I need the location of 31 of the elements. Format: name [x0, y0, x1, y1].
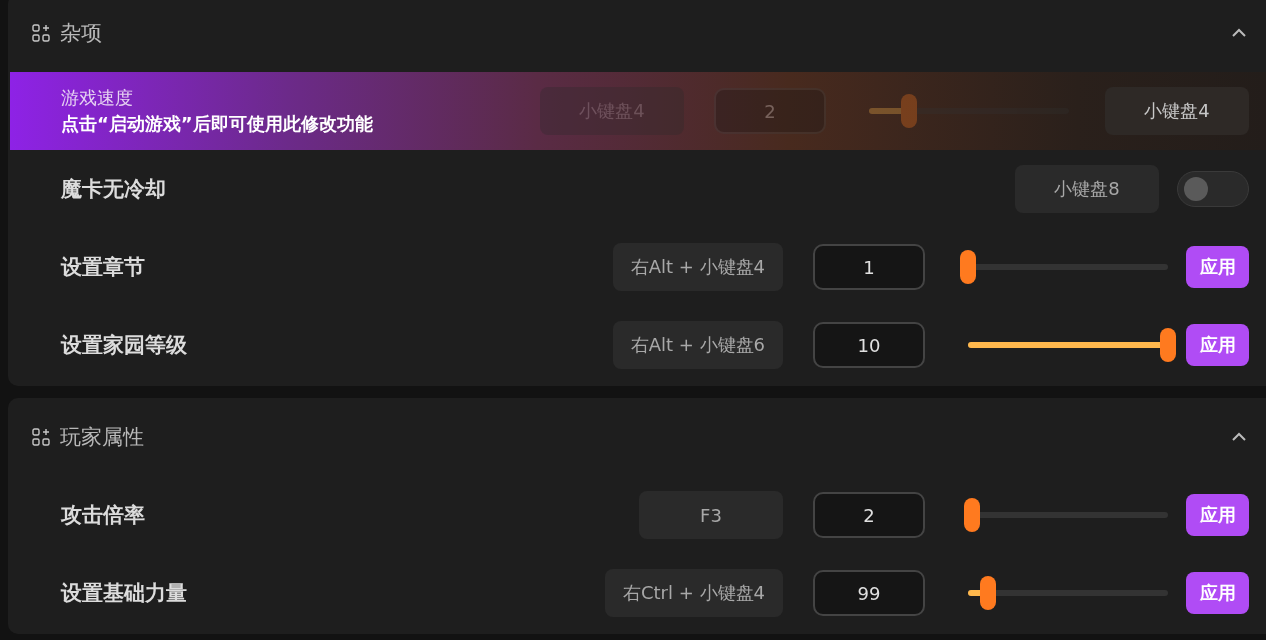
- slider-thumb[interactable]: [980, 576, 996, 610]
- slider-thumb[interactable]: [1160, 328, 1176, 362]
- value-field[interactable]: 2: [813, 492, 925, 538]
- setting-label: 游戏速度: [61, 86, 134, 110]
- grid-plus-icon: [32, 428, 50, 446]
- apply-button[interactable]: 应用: [1186, 246, 1249, 288]
- section-title: 杂项: [60, 20, 103, 47]
- setting-label: 魔卡无冷却: [61, 176, 166, 203]
- slider-thumb[interactable]: [960, 250, 976, 284]
- chevron-icon[interactable]: [1231, 432, 1247, 442]
- apply-button[interactable]: 应用: [1186, 324, 1249, 366]
- setting-label: 设置基础力量: [61, 580, 187, 607]
- value-field[interactable]: 1: [813, 244, 925, 290]
- hotkey-button[interactable]: F3: [639, 491, 783, 539]
- value-field[interactable]: 10: [813, 322, 925, 368]
- section-title: 玩家属性: [60, 424, 145, 451]
- hotkey-button[interactable]: 右Alt + 小键盘4: [612, 243, 783, 291]
- slider-thumb[interactable]: [964, 498, 980, 532]
- apply-button[interactable]: 应用: [1186, 494, 1249, 536]
- hotkey-button[interactable]: 右Alt + 小键盘6: [612, 321, 783, 369]
- hotkey-button[interactable]: 右Ctrl + 小键盘4: [605, 569, 783, 617]
- grid-plus-icon: [32, 24, 50, 42]
- setting-label: 设置家园等级: [61, 332, 187, 359]
- setting-label: 设置章节: [61, 254, 145, 281]
- chevron-icon[interactable]: [1231, 28, 1247, 38]
- apply-button[interactable]: 应用: [1186, 572, 1249, 614]
- notice-text: 点击“启动游戏”后即可使用此修改功能: [61, 112, 373, 136]
- hotkey-button[interactable]: 小键盘8: [1015, 165, 1159, 213]
- value-field[interactable]: 99: [813, 570, 925, 616]
- toggle-switch[interactable]: [1177, 171, 1249, 207]
- setting-label: 攻击倍率: [61, 502, 145, 529]
